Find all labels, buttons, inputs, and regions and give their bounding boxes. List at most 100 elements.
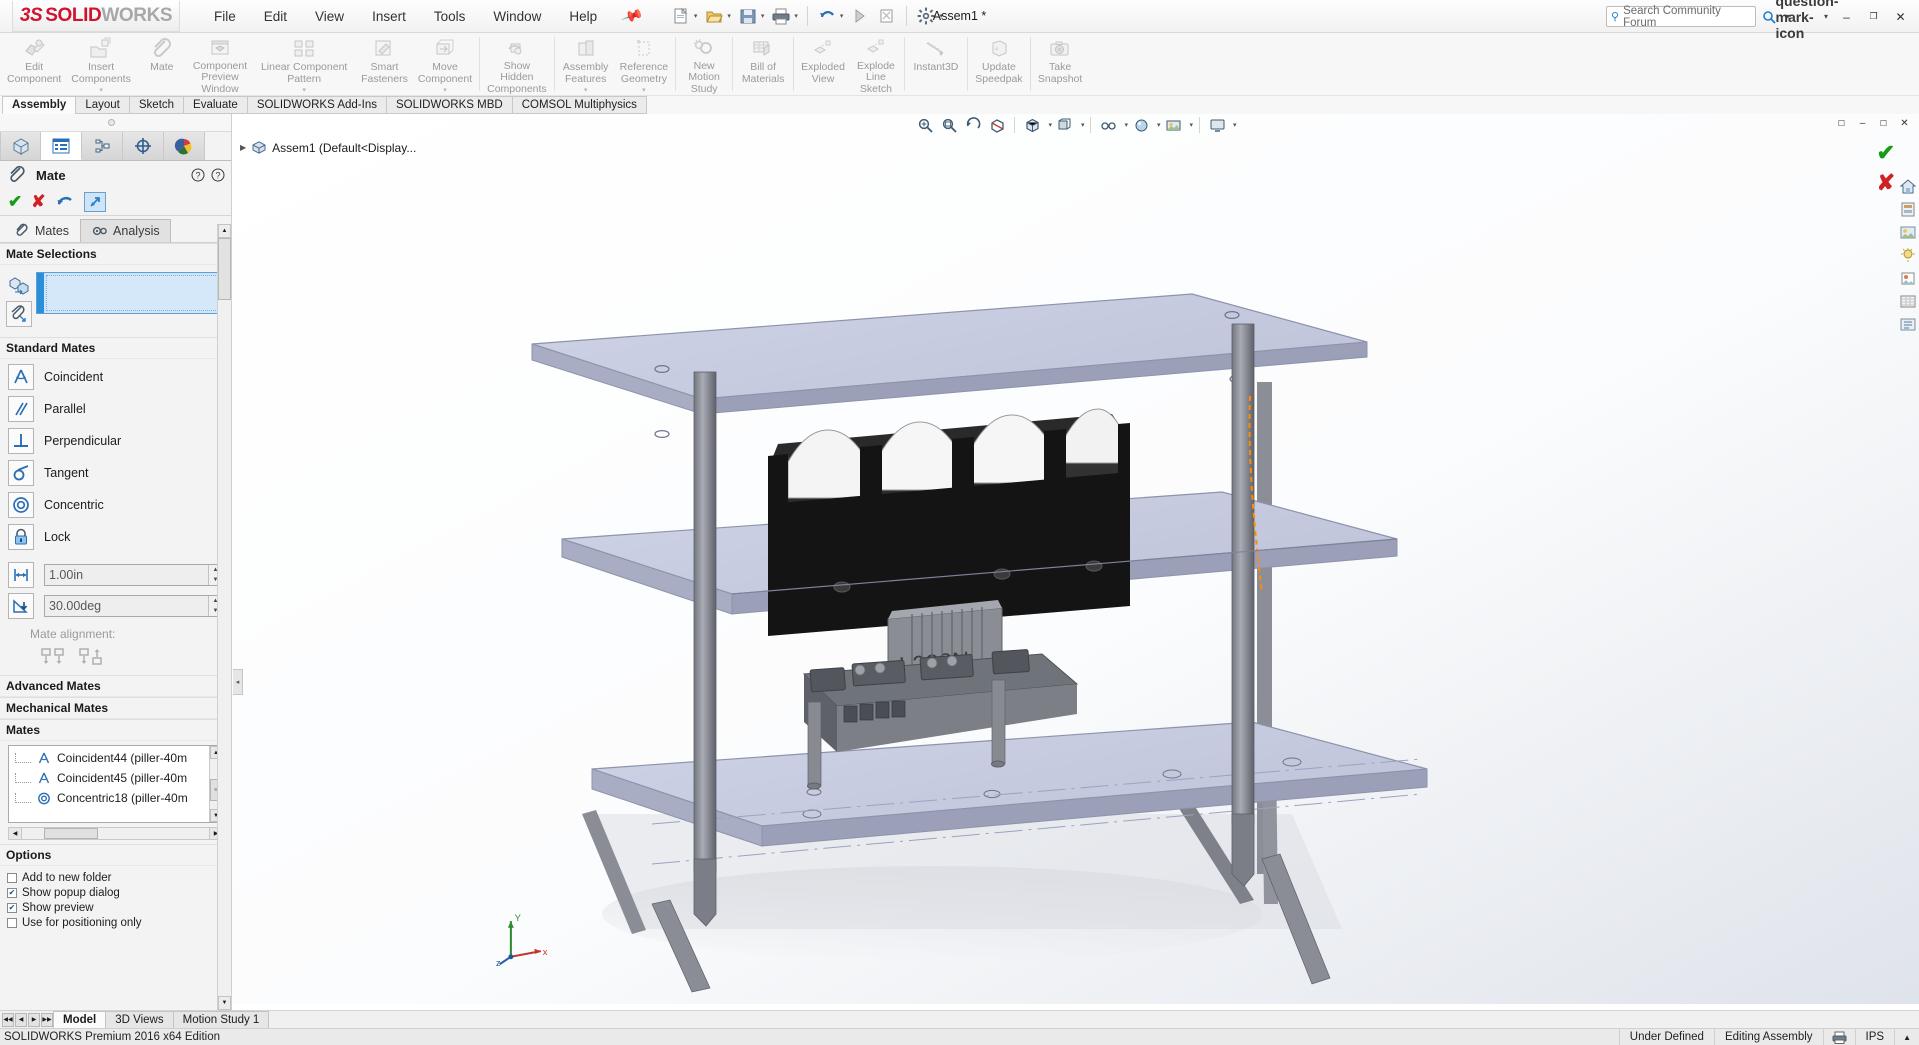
option-use-for-positioning-only[interactable]: Use for positioning only: [0, 915, 231, 930]
tab-mates[interactable]: Mates: [2, 219, 80, 242]
new-motion-study-button[interactable]: New Motion Study: [678, 33, 730, 95]
scroll-left-button[interactable]: ◀: [9, 828, 22, 839]
angle-value-input[interactable]: 30.00deg ▲ ▼: [44, 594, 223, 617]
mate-selections-header[interactable]: Mate Selections ▴: [0, 243, 231, 265]
tab-solidworks-mbd[interactable]: SOLIDWORKS MBD: [385, 96, 513, 114]
chevron-down-icon[interactable]: ▾: [1190, 122, 1194, 129]
menu-item-view[interactable]: View: [301, 5, 358, 28]
advanced-mates-header[interactable]: Advanced Mates ▾: [0, 675, 231, 697]
next-tab-button[interactable]: ▶: [28, 1012, 40, 1027]
pushpin-icon[interactable]: 📌: [620, 4, 645, 28]
options-button[interactable]: ▾: [913, 3, 946, 29]
show-hidden-components-button[interactable]: Show Hidden Components: [482, 33, 552, 95]
previous-view-button[interactable]: [962, 115, 984, 135]
status-expand-caret[interactable]: ▲: [1894, 1028, 1919, 1045]
chevron-down-icon[interactable]: ▾: [761, 13, 765, 20]
chevron-down-icon[interactable]: ▾: [1233, 122, 1237, 129]
print-button[interactable]: ▾: [768, 3, 801, 29]
chevron-down-icon[interactable]: ▾: [840, 13, 844, 20]
help-dropdown-caret[interactable]: ▾: [1820, 6, 1832, 28]
checkbox[interactable]: ✔: [7, 902, 17, 913]
feature-tree-tab[interactable]: [0, 132, 41, 160]
move-component-button[interactable]: Move Component ▾: [413, 33, 477, 95]
mate-type-perpendicular[interactable]: Perpendicular: [0, 425, 231, 457]
mate-button[interactable]: Mate: [136, 33, 188, 95]
option-add-to-new-folder[interactable]: Add to new folder: [0, 870, 231, 885]
flyout-feature-tree[interactable]: ▶ Assem1 (Default<Display...: [240, 140, 416, 155]
distance-mate-icon[interactable]: [8, 561, 34, 588]
mechanical-mates-header[interactable]: Mechanical Mates ▾: [0, 697, 231, 719]
edit-appearance-button[interactable]: [1130, 115, 1152, 135]
option-show-popup-dialog[interactable]: ✔ Show popup dialog: [0, 885, 231, 900]
minimize-button[interactable]: –: [1834, 6, 1859, 28]
assembly-features-button[interactable]: Assembly Features ▾: [557, 33, 615, 95]
scroll-thumb[interactable]: [218, 238, 231, 300]
display-states-icon[interactable]: [1897, 314, 1918, 334]
display-manager-tab[interactable]: [164, 132, 205, 160]
chevron-down-icon[interactable]: ▾: [1124, 122, 1128, 129]
configuration-manager-tab[interactable]: [82, 132, 123, 160]
close-document-button[interactable]: [874, 3, 900, 29]
scroll-thumb[interactable]: [44, 828, 98, 839]
tab-comsol-multiphysics[interactable]: COMSOL Multiphysics: [511, 96, 647, 114]
display-style-button[interactable]: [1054, 115, 1076, 135]
hide-show-items-button[interactable]: [1097, 115, 1119, 135]
dimxpert-manager-tab[interactable]: [123, 132, 164, 160]
insert-components-button[interactable]: Insert Components ▾: [66, 33, 136, 95]
chevron-down-icon[interactable]: ▾: [302, 86, 306, 94]
option-show-preview[interactable]: ✔ Show preview: [0, 900, 231, 915]
first-tab-button[interactable]: ◀◀: [2, 1012, 14, 1027]
reference-geometry-button[interactable]: Reference Geometry ▾: [615, 33, 673, 95]
tree-expander-icon[interactable]: ▶: [240, 143, 246, 152]
mates-list-horizontal-scrollbar[interactable]: ◀ ▶: [8, 827, 223, 840]
standard-mates-header[interactable]: Standard Mates ▴: [0, 337, 231, 359]
section-view-button[interactable]: [986, 115, 1008, 135]
update-speedpak-button[interactable]: Update Speedpak: [970, 33, 1028, 95]
view-settings-button[interactable]: [1206, 115, 1228, 135]
panel-resize-handle[interactable]: [108, 119, 115, 126]
confirm-accept-button[interactable]: ✔: [1877, 140, 1895, 166]
mate-type-tangent[interactable]: Tangent: [0, 457, 231, 489]
panel-vertical-scrollbar[interactable]: ▲ ▼: [217, 224, 231, 1010]
assembly-model-render[interactable]: L298N: [232, 114, 1919, 1004]
tab-evaluate[interactable]: Evaluate: [183, 96, 248, 114]
mate-type-parallel[interactable]: Parallel: [0, 393, 231, 425]
new-document-button[interactable]: ▾: [668, 3, 701, 29]
graphics-viewport[interactable]: ▾ ▾ ▾ ▾ ▾ ▾ ☐ – ☐ ✕ ▶ Assem1 (Default<Di…: [232, 114, 1919, 1010]
list-item[interactable]: Coincident45 (piller-40m: [11, 768, 209, 788]
prev-tab-button[interactable]: ◀: [15, 1012, 27, 1027]
tab-motion-study-1[interactable]: Motion Study 1: [172, 1011, 270, 1028]
help-bubble-icon[interactable]: ?: [191, 168, 205, 182]
tab-layout[interactable]: Layout: [75, 96, 130, 114]
restore-down-button[interactable]: ☐: [1833, 116, 1850, 131]
keep-visible-pin-button[interactable]: [83, 192, 106, 212]
maximize-button[interactable]: ❐: [1861, 6, 1886, 28]
tab-assembly[interactable]: Assembly: [2, 96, 77, 114]
chevron-down-icon[interactable]: ▾: [642, 86, 646, 94]
home-icon[interactable]: [1897, 176, 1918, 196]
accept-button[interactable]: ✔: [8, 192, 22, 212]
appearances-icon[interactable]: [1897, 199, 1918, 219]
maximize-document-button[interactable]: ☐: [1875, 116, 1892, 131]
tab-sketch[interactable]: Sketch: [128, 96, 185, 114]
options-header[interactable]: Options ▴: [0, 844, 231, 866]
save-button[interactable]: ▾: [735, 3, 768, 29]
mate-type-coincident[interactable]: Coincident: [0, 361, 231, 393]
scenes-icon[interactable]: [1897, 222, 1918, 242]
edit-component-button[interactable]: Edit Component: [2, 33, 66, 95]
tab-analysis[interactable]: Analysis: [80, 219, 171, 242]
zoom-to-fit-button[interactable]: [914, 115, 936, 135]
close-button[interactable]: ✕: [1888, 6, 1913, 28]
apply-scene-button[interactable]: [1163, 115, 1185, 135]
mates-header[interactable]: Mates ▴: [0, 719, 231, 741]
view-orientation-button[interactable]: [1021, 115, 1043, 135]
chevron-down-icon[interactable]: ▾: [694, 13, 698, 20]
checkbox[interactable]: [7, 917, 17, 928]
rebuild-button[interactable]: [847, 3, 873, 29]
menu-item-edit[interactable]: Edit: [250, 5, 301, 28]
bill-of-materials-button[interactable]: Bill of Materials: [735, 33, 791, 95]
minimize-document-button[interactable]: –: [1854, 116, 1871, 131]
linear-component-pattern-button[interactable]: Linear Component Pattern ▾: [252, 33, 356, 95]
last-tab-button[interactable]: ▶▶: [41, 1012, 53, 1027]
panel-collapse-handle[interactable]: ◂: [233, 669, 243, 695]
